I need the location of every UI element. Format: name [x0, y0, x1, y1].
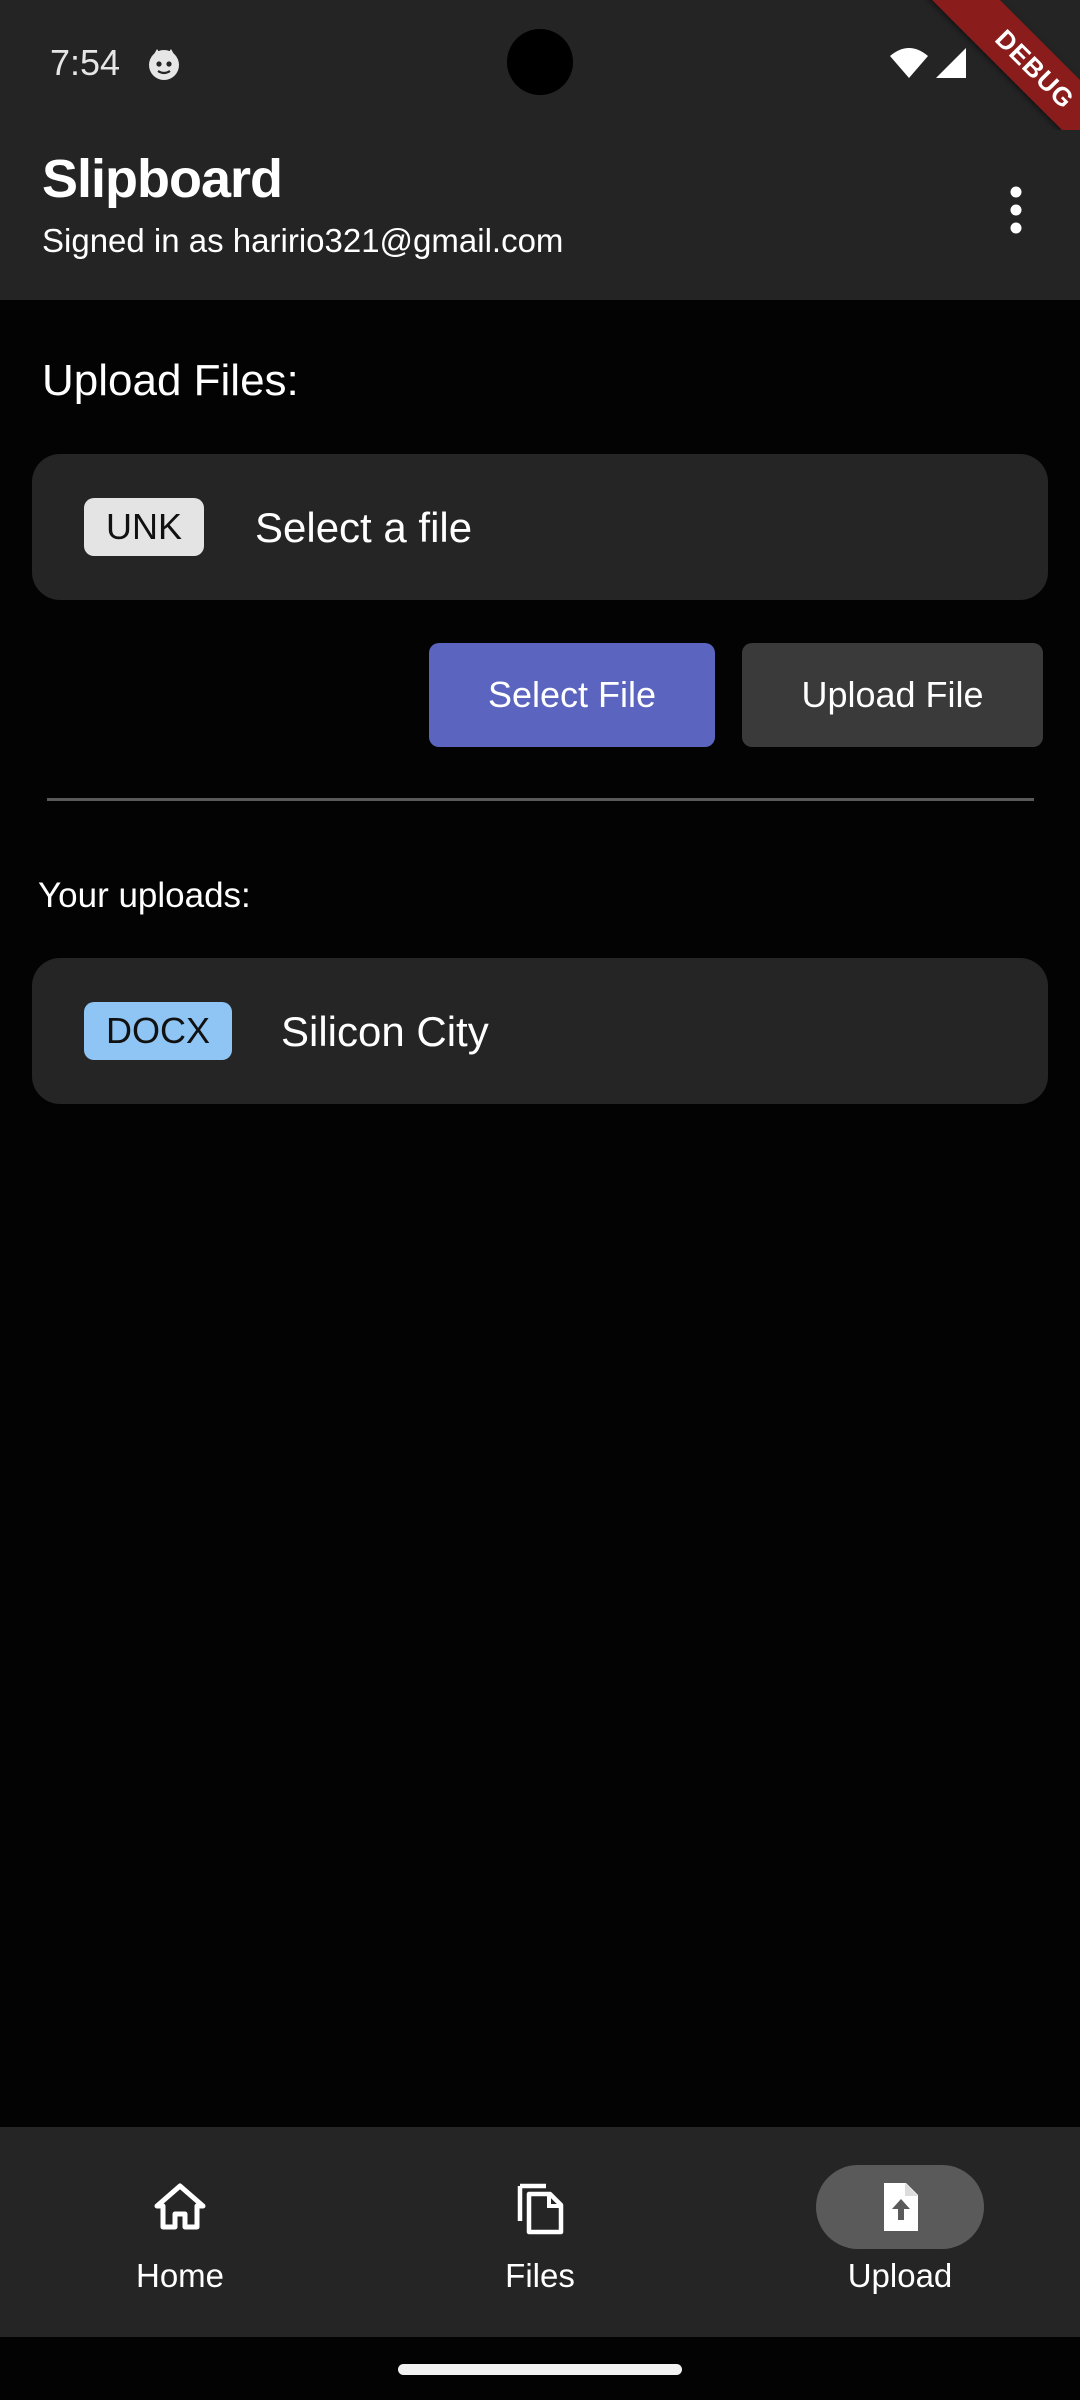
- signed-in-subtitle: Signed in as haririo321@gmail.com: [42, 222, 564, 259]
- status-time: 7:54: [50, 42, 121, 83]
- upload-files-heading: Upload Files:: [42, 356, 299, 405]
- your-uploads-label: Your uploads:: [38, 876, 251, 915]
- nav-label-upload: Upload: [847, 2257, 953, 2294]
- more-options-button[interactable]: [990, 170, 1042, 250]
- bottom-navigation: Home Files Upload: [0, 2127, 1080, 2337]
- app-bar: Slipboard Signed in as haririo321@gmail.…: [0, 130, 1080, 300]
- file-type-badge: DOCX: [84, 1002, 233, 1060]
- home-icon: [154, 2183, 206, 2230]
- camera-cutout: [507, 29, 573, 95]
- divider: [47, 798, 1034, 801]
- files-icon: [517, 2183, 564, 2235]
- file-type-badge: UNK: [84, 498, 205, 556]
- screen: 7:54 DEBUG Slipboard Signed in as hariri…: [0, 0, 1080, 2400]
- nav-item-home[interactable]: Home: [0, 2127, 360, 2337]
- cell-signal-icon: [936, 48, 966, 78]
- wifi-icon: [890, 48, 928, 78]
- app-notification-icon: [149, 49, 179, 80]
- upload-file-button[interactable]: Upload File: [742, 643, 1043, 747]
- nav-label-files: Files: [505, 2257, 575, 2294]
- more-vert-icon: [1010, 186, 1022, 234]
- upload-file-icon: [884, 2183, 918, 2231]
- nav-item-upload[interactable]: Upload: [720, 2127, 1080, 2337]
- gesture-home-indicator[interactable]: [398, 2364, 682, 2375]
- select-file-button[interactable]: Select File: [429, 643, 715, 747]
- status-bar: 7:54 DEBUG: [0, 0, 1080, 178]
- app-title: Slipboard: [42, 149, 283, 209]
- nav-item-files[interactable]: Files: [360, 2127, 720, 2337]
- upload-list-item[interactable]: DOCX Silicon City: [32, 958, 1048, 1104]
- selected-file-card[interactable]: UNK Select a file: [32, 454, 1048, 600]
- nav-label-home: Home: [135, 2257, 225, 2294]
- upload-file-name: Silicon City: [281, 1008, 489, 1055]
- selected-file-name: Select a file: [255, 504, 473, 551]
